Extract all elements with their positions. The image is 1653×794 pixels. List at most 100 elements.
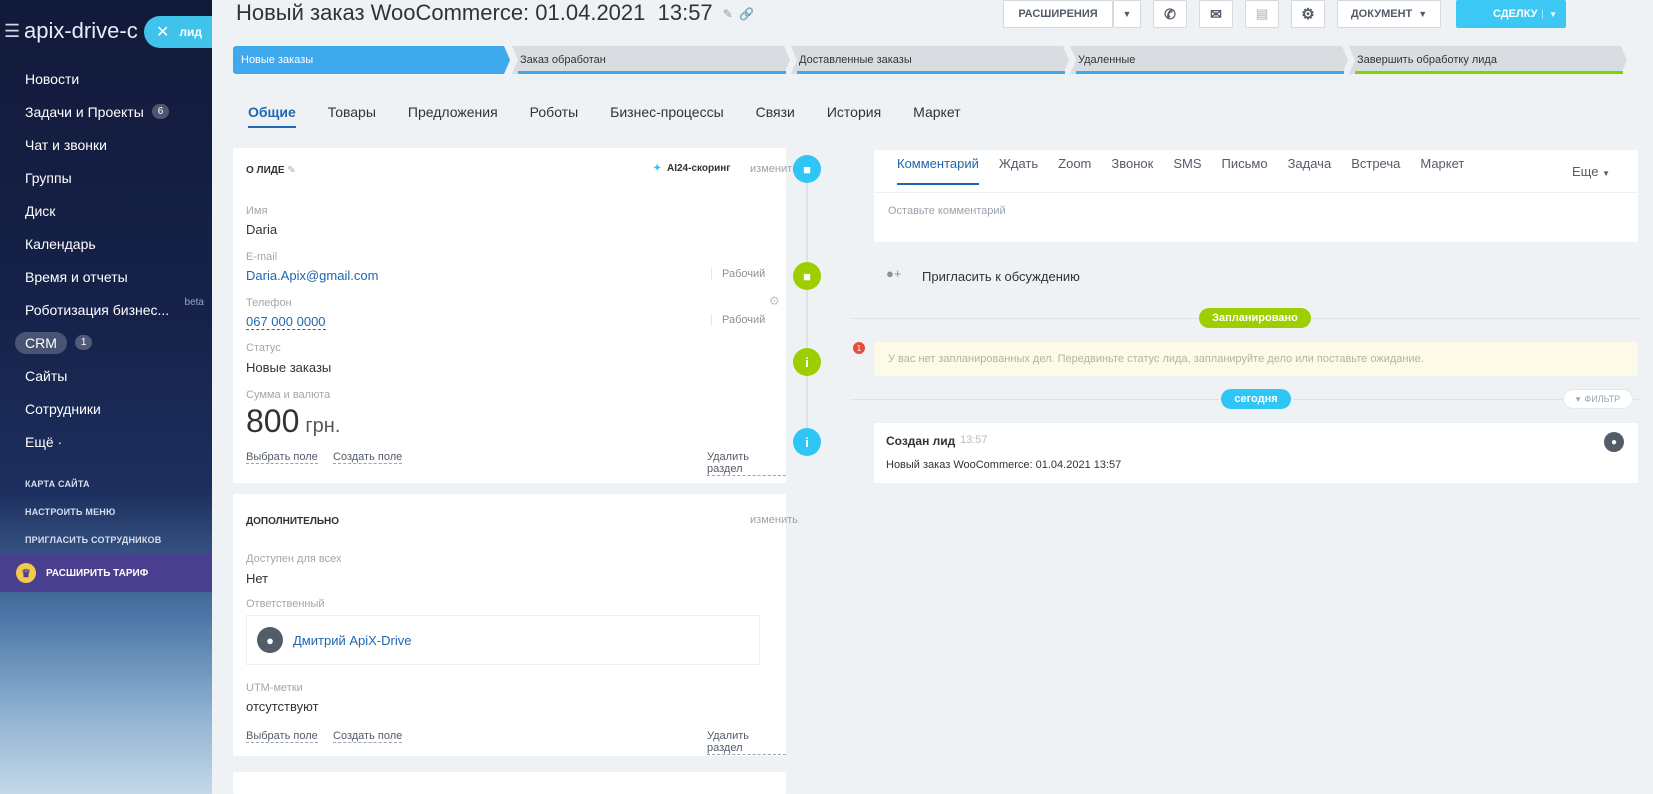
tab-business-processes[interactable]: Бизнес-процессы (610, 104, 723, 128)
sidebar-item-crm[interactable]: CRM 1 (0, 326, 212, 359)
stage-underline (1076, 71, 1344, 74)
notification-badge: 1 (853, 342, 865, 354)
ai-scoring-button[interactable]: ✦ AI24-скоринг (653, 163, 730, 174)
settings-button[interactable]: ⚙ (1291, 0, 1325, 28)
comment-input[interactable]: Оставьте комментарий (888, 205, 1006, 217)
call-button[interactable]: ✆ (1153, 0, 1187, 28)
sidebar-item-label: Диск (25, 202, 56, 219)
tab-general[interactable]: Общие (248, 104, 296, 128)
configure-menu-link[interactable]: Настроить меню (25, 498, 161, 526)
email-value[interactable]: Daria.Apix@gmail.com (246, 268, 378, 283)
tab-history[interactable]: История (827, 104, 881, 128)
counter-badge: 1 (74, 335, 93, 350)
create-field-link[interactable]: Создать поле (333, 451, 403, 464)
tab-comment[interactable]: Комментарий (897, 156, 979, 185)
tab-task[interactable]: Задача (1288, 156, 1332, 185)
select-field-link[interactable]: Выбрать поле (246, 730, 318, 743)
extensions-button[interactable]: РАСШИРЕНИЯ (1003, 0, 1113, 28)
link-icon[interactable]: 🔗 (739, 7, 754, 21)
utm-value: отсутствуют (246, 699, 319, 714)
sidebar-item-tasks[interactable]: Задачи и Проекты 6 (0, 95, 212, 128)
filter-button[interactable]: ▾ ФИЛЬТР (1563, 389, 1633, 409)
crown-icon: ♛ (16, 563, 36, 583)
email-button[interactable]: ✉ (1199, 0, 1233, 28)
tab-relations[interactable]: Связи (756, 104, 795, 128)
about-lead-card: О лиде ✎ ✦ AI24-скоринг изменить Имя Dar… (233, 148, 798, 483)
extensions-dropdown[interactable]: ▼ (1113, 0, 1141, 28)
sidebar-item-news[interactable]: Новости (0, 62, 212, 95)
counter-badge: 6 (151, 104, 170, 119)
responsible-box[interactable]: ● Дмитрий ApiX-Drive (246, 615, 760, 665)
tab-zoom[interactable]: Zoom (1058, 156, 1091, 185)
tab-robots[interactable]: Роботы (530, 104, 578, 128)
sidebar-item-label: Задачи и Проекты (25, 103, 144, 120)
sidebar-header: ☰ apix-drive-c ✕ лид (0, 14, 212, 48)
responsible-label: Ответственный (246, 598, 325, 610)
timeline-tabs: Комментарий Ждать Zoom Звонок SMS Письмо… (897, 156, 1484, 185)
invite-employees-link[interactable]: Пригласить сотрудников (25, 526, 161, 554)
document-button[interactable]: ДОКУМЕНТ ▼ (1337, 0, 1441, 28)
sidebar-item-more[interactable]: Ещё · (0, 425, 212, 458)
sidebar-item-time[interactable]: Время и отчеты (0, 260, 212, 293)
sidebar-item-sites[interactable]: Сайты (0, 359, 212, 392)
chat-button[interactable]: ▤ (1245, 0, 1279, 28)
select-field-link[interactable]: Выбрать поле (246, 451, 318, 464)
edit-link[interactable]: изменить (750, 514, 798, 526)
sum-value[interactable]: 800 грн. (246, 403, 340, 440)
sidebar-item-disk[interactable]: Диск (0, 194, 212, 227)
tab-products[interactable]: Товары (328, 104, 376, 128)
create-field-link[interactable]: Создать поле (333, 730, 403, 743)
sidebar-item-chat[interactable]: Чат и звонки (0, 128, 212, 161)
sidebar-item-label: Календарь (25, 235, 96, 252)
stage-label: Завершить обработку лида (1357, 54, 1497, 66)
convert-deal-button[interactable]: СДЕЛКУ ▼ (1456, 0, 1566, 28)
delete-section-link[interactable]: Удалить раздел (707, 451, 786, 476)
timeline-more-button[interactable]: Еще ▼ (1572, 164, 1610, 179)
lead-created-entry: Создан лид 13:57 Новый заказ WooCommerce… (874, 423, 1638, 483)
info-icon: i (793, 428, 821, 456)
stage-finish-lead[interactable]: Завершить обработку лида (1349, 46, 1627, 74)
sidebar-item-groups[interactable]: Группы (0, 161, 212, 194)
menu-icon[interactable]: ☰ (4, 21, 20, 42)
delete-section-link[interactable]: Удалить раздел (707, 730, 786, 755)
tab-email[interactable]: Письмо (1222, 156, 1268, 185)
left-sidebar: ☰ apix-drive-c ✕ лид Новости Задачи и Пр… (0, 0, 212, 794)
sidebar-item-label: Ещё · (25, 433, 63, 450)
sidebar-item-calendar[interactable]: Календарь (0, 227, 212, 260)
lead-slider-tab[interactable]: ✕ лид (144, 16, 212, 48)
portal-name[interactable]: apix-drive-c (24, 18, 138, 44)
tab-wait[interactable]: Ждать (999, 156, 1038, 185)
tab-sms[interactable]: SMS (1173, 156, 1201, 185)
tab-market[interactable]: Маркет (1420, 156, 1464, 185)
sidebar-item-robotization[interactable]: Роботизация бизнес... beta (0, 293, 212, 326)
name-value[interactable]: Daria (246, 222, 277, 237)
pencil-icon[interactable]: ✎ (287, 165, 295, 176)
products-card (233, 772, 786, 794)
sidebar-item-employees[interactable]: Сотрудники (0, 392, 212, 425)
chevron-down-icon: ▼ (1418, 9, 1428, 19)
invite-row[interactable]: ●+ Пригласить к обсуждению (874, 258, 1638, 294)
edit-icon[interactable]: ✎ (723, 7, 733, 21)
entry-text: Новый заказ WooCommerce: 01.04.2021 13:5… (886, 459, 1122, 471)
stage-deleted[interactable]: Удаленные (1070, 46, 1348, 74)
upgrade-plan-button[interactable]: ♛ Расширить тариф (0, 554, 212, 592)
gear-icon[interactable]: ⚙ (769, 294, 780, 308)
phone-label: Телефон (246, 297, 292, 309)
responsible-name[interactable]: Дмитрий ApiX-Drive (293, 633, 411, 648)
available-value[interactable]: Нет (246, 571, 268, 586)
chevron-down-icon[interactable]: ▼ (1542, 9, 1557, 19)
avatar[interactable]: ● (1604, 432, 1624, 452)
tab-market[interactable]: Маркет (913, 104, 960, 128)
tab-meeting[interactable]: Встреча (1351, 156, 1400, 185)
comment-icon: ■ (793, 155, 821, 183)
edit-link[interactable]: изменить (750, 163, 798, 175)
stage-new-orders[interactable]: Новые заказы (233, 46, 510, 74)
tab-offers[interactable]: Предложения (408, 104, 498, 128)
phone-value[interactable]: 067 000 0000 (246, 314, 326, 330)
status-value[interactable]: Новые заказы (246, 360, 331, 375)
stage-delivered-orders[interactable]: Доставленные заказы (791, 46, 1069, 74)
sitemap-link[interactable]: Карта сайта (25, 470, 161, 498)
tab-call[interactable]: Звонок (1111, 156, 1153, 185)
stage-order-processed[interactable]: Заказ обработан (512, 46, 790, 74)
close-icon[interactable]: ✕ (156, 22, 169, 42)
